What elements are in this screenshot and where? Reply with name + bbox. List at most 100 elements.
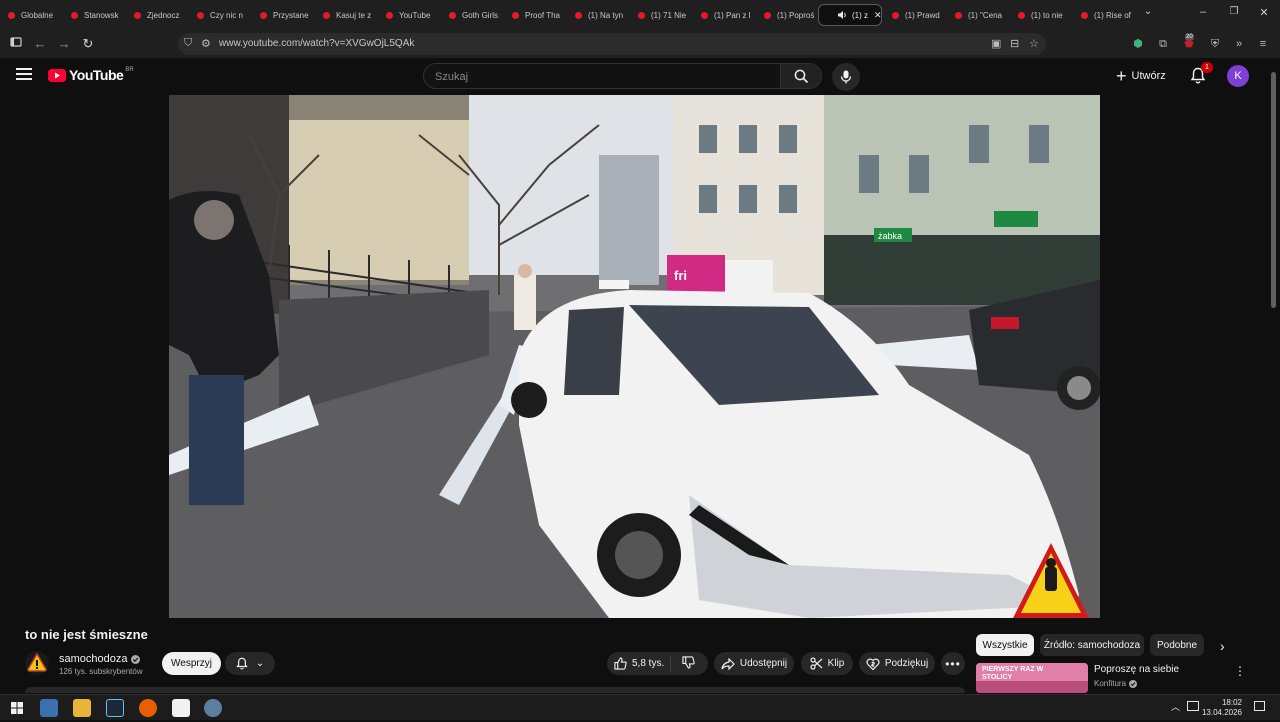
tune-icon[interactable]: ⚙ bbox=[201, 37, 211, 50]
url-field[interactable]: ⛉ ⚙ www.youtube.com/watch?v=XVGwOjL5QAk … bbox=[178, 33, 1046, 55]
recommended-video-title[interactable]: Poproszę na siebie bbox=[1094, 664, 1179, 675]
recommended-video-thumbnail[interactable]: PIERWSZY RAZ W STOLICY bbox=[976, 663, 1088, 693]
youtube-favicon-icon bbox=[638, 11, 645, 19]
recommended-video-channel[interactable]: Konfitura bbox=[1094, 679, 1138, 688]
region-code: BR bbox=[125, 67, 134, 73]
chip-from-channel[interactable]: Źródło: samochodoza bbox=[1040, 634, 1144, 656]
file-explorer-icon[interactable] bbox=[73, 699, 91, 717]
channel-avatar[interactable] bbox=[25, 651, 49, 675]
steam-icon[interactable] bbox=[106, 699, 124, 717]
url-text[interactable]: www.youtube.com/watch?v=XVGwOjL5QAk bbox=[219, 38, 414, 49]
more-tools-chevron-icon[interactable]: » bbox=[1232, 37, 1246, 51]
tab-label: (1) Prawd bbox=[905, 10, 940, 20]
tab-list-chevron-icon[interactable]: ⌄ bbox=[1138, 6, 1158, 17]
browser-tab[interactable]: Zjednocz bbox=[126, 4, 188, 26]
thanks-button[interactable]: Podziękuj bbox=[859, 652, 935, 675]
thanks-heart-dollar-icon bbox=[866, 658, 880, 670]
browser-tab[interactable]: Stanowsk bbox=[63, 4, 125, 26]
dislike-button[interactable] bbox=[671, 655, 695, 672]
browser-tab[interactable]: (1) Pan z l bbox=[693, 4, 755, 26]
browser-tab[interactable]: Kasuj te z bbox=[315, 4, 377, 26]
browser-tab[interactable]: Proof Tha bbox=[504, 4, 566, 26]
browser-tab[interactable]: (1) Poproś bbox=[756, 4, 814, 26]
browser-tab[interactable]: (1) Rise of bbox=[1073, 4, 1135, 26]
browser-tab[interactable]: (1) Na tyn bbox=[567, 4, 629, 26]
browser-tab[interactable]: (1) to nie bbox=[1010, 4, 1072, 26]
minimize-icon[interactable]: – bbox=[1193, 6, 1213, 18]
page-scrollbar[interactable] bbox=[1268, 58, 1280, 694]
close-tab-icon[interactable]: ✕ bbox=[874, 10, 881, 21]
voice-search-button[interactable] bbox=[832, 63, 860, 91]
youtube-favicon-icon bbox=[8, 11, 15, 19]
app-icon[interactable] bbox=[204, 699, 222, 717]
tray-chevron-up-icon[interactable]: ︿ bbox=[1171, 700, 1180, 713]
notification-center-icon[interactable] bbox=[1254, 701, 1265, 711]
browser-tab[interactable]: (1) Prawd bbox=[884, 4, 946, 26]
like-button[interactable]: 5,8 tys. bbox=[607, 656, 671, 671]
youtube-logo[interactable]: YouTube BR bbox=[48, 67, 134, 83]
notifications-button[interactable]: 1 bbox=[1190, 62, 1213, 87]
media-icon[interactable]: ▣ bbox=[991, 37, 1001, 50]
bookmark-star-icon[interactable]: ☆ bbox=[1029, 37, 1039, 50]
windows-start-icon[interactable] bbox=[8, 699, 26, 717]
speaker-icon[interactable] bbox=[837, 10, 847, 20]
browser-tab-active[interactable]: (1) z ✕ bbox=[818, 4, 882, 26]
account-avatar[interactable]: K bbox=[1227, 65, 1249, 87]
browser-tab[interactable]: Czy nic n bbox=[189, 4, 251, 26]
share-button[interactable]: Udostępnij bbox=[714, 652, 794, 675]
browser-tab[interactable]: Goth Girls bbox=[441, 4, 503, 26]
channel-name: samochodoza bbox=[59, 653, 128, 665]
network-icon[interactable] bbox=[1187, 701, 1199, 711]
browser-tab[interactable]: (1) 71 Nie bbox=[630, 4, 692, 26]
restore-icon[interactable]: ❐ bbox=[1224, 6, 1244, 17]
forward-icon[interactable]: → bbox=[56, 36, 72, 52]
browser-menu-icon[interactable]: ≡ bbox=[1256, 37, 1270, 51]
description-box[interactable] bbox=[25, 687, 965, 693]
site-info-icon[interactable]: ⛉ bbox=[184, 37, 192, 50]
browser-tab[interactable]: Przystane bbox=[252, 4, 314, 26]
clip-button[interactable]: Klip bbox=[801, 652, 853, 675]
chevron-down-icon: ⌄ bbox=[255, 658, 265, 669]
firefox-icon[interactable] bbox=[139, 699, 157, 717]
create-button[interactable]: + Utwórz bbox=[1116, 63, 1166, 89]
subscription-bell-button[interactable]: ⌄ bbox=[225, 652, 275, 675]
task-view-icon[interactable] bbox=[40, 699, 58, 717]
privacy-badger-icon[interactable]: ⛨ bbox=[1208, 37, 1222, 51]
youtube-favicon-icon bbox=[134, 11, 141, 19]
browser-tab[interactable]: (1) "Cena bbox=[947, 4, 1009, 26]
chip-related[interactable]: Podobne bbox=[1150, 634, 1204, 656]
more-actions-button[interactable]: ••• bbox=[941, 652, 965, 675]
video-player[interactable]: żabka fri bbox=[169, 95, 1100, 618]
thumbnail-text: PIERWSZY RAZ W STOLICY bbox=[982, 666, 1044, 681]
chips-next-chevron-icon[interactable]: › bbox=[1220, 638, 1225, 654]
van-text: fri bbox=[674, 268, 687, 283]
back-icon[interactable]: ← bbox=[32, 36, 48, 52]
hamburger-menu-icon[interactable] bbox=[16, 68, 32, 82]
epic-games-icon[interactable] bbox=[172, 699, 190, 717]
reload-icon[interactable]: ↻ bbox=[80, 36, 96, 52]
close-window-icon[interactable]: ✕ bbox=[1254, 6, 1274, 19]
recommendation-menu-icon[interactable]: ⋮ bbox=[1234, 664, 1246, 678]
system-clock[interactable]: 18:02 13.04.2026 bbox=[1202, 698, 1242, 718]
reader-icon[interactable]: ⊟ bbox=[1010, 37, 1019, 50]
browser-tab[interactable]: YouTube bbox=[378, 4, 440, 26]
extensions-icon[interactable]: ⧉ bbox=[1156, 37, 1170, 51]
video-frame[interactable]: żabka fri bbox=[169, 95, 1100, 618]
thanks-label: Podziękuj bbox=[884, 658, 929, 669]
support-button[interactable]: Wesprzyj bbox=[162, 652, 221, 675]
scrollbar-thumb[interactable] bbox=[1271, 72, 1276, 308]
tab-label: YouTube bbox=[399, 10, 431, 20]
youtube-favicon-icon bbox=[197, 11, 204, 19]
channel-name-link[interactable]: samochodoza bbox=[59, 653, 140, 665]
browser-tab[interactable]: Globalne bbox=[0, 4, 62, 26]
shield-extension-icon[interactable]: ⬢ bbox=[1131, 37, 1145, 51]
sidebar-toggle-icon[interactable] bbox=[8, 36, 24, 52]
tab-label: (1) 71 Nie bbox=[651, 10, 687, 20]
extension-badge: 20 bbox=[1185, 34, 1194, 40]
verified-check-icon bbox=[130, 654, 140, 664]
search-button[interactable] bbox=[780, 63, 822, 89]
windows-taskbar: ︿ 18:02 13.04.2026 bbox=[0, 694, 1280, 720]
search-input[interactable]: Szukaj bbox=[423, 63, 781, 89]
tab-label: (1) Rise of bbox=[1094, 10, 1131, 20]
chip-all[interactable]: Wszystkie bbox=[976, 634, 1034, 656]
